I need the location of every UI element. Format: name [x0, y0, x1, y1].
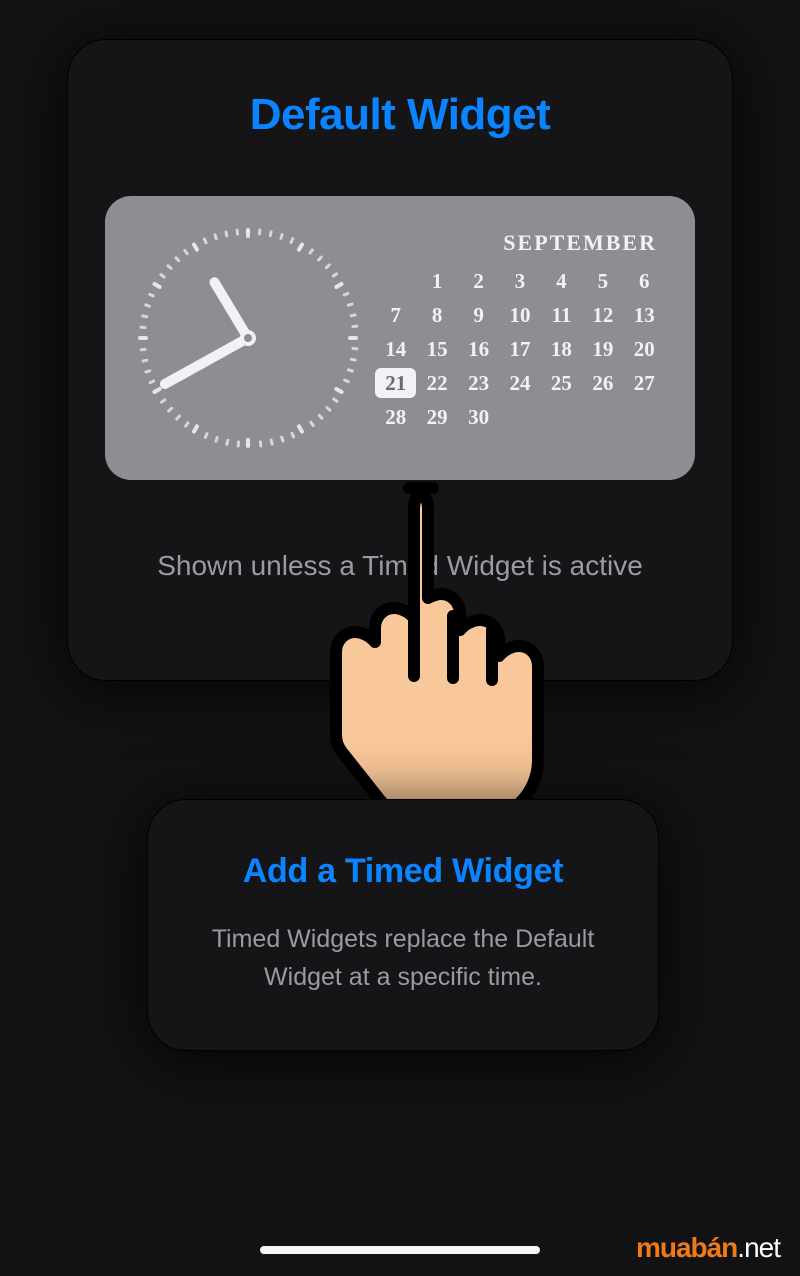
home-indicator[interactable] [260, 1246, 540, 1254]
calendar-day: 10 [499, 300, 540, 330]
calendar-day: 15 [416, 334, 457, 364]
calendar-day: 26 [582, 368, 623, 398]
watermark-tld: .net [737, 1232, 780, 1263]
calendar-day: 4 [541, 266, 582, 296]
calendar-day: 22 [416, 368, 457, 398]
add-timed-widget-title: Add a Timed Widget [188, 852, 618, 891]
calendar-grid: 1234567891011121314151617181920212223242… [375, 266, 665, 432]
calendar-day: 9 [458, 300, 499, 330]
calendar-day: 7 [375, 300, 416, 330]
calendar-day: 5 [582, 266, 623, 296]
clock-icon [133, 223, 363, 453]
clock-hub [240, 330, 256, 346]
calendar-day: 23 [458, 368, 499, 398]
calendar-day: 18 [541, 334, 582, 364]
calendar-day: 6 [624, 266, 665, 296]
calendar-day: 13 [624, 300, 665, 330]
calendar-day: 27 [624, 368, 665, 398]
calendar-day: 25 [541, 368, 582, 398]
calendar-day: 19 [582, 334, 623, 364]
add-timed-widget-card[interactable]: Add a Timed Widget Timed Widgets replace… [148, 800, 658, 1050]
calendar-day: 20 [624, 334, 665, 364]
calendar-day: 2 [458, 266, 499, 296]
calendar-day: 30 [458, 402, 499, 432]
calendar-day: 16 [458, 334, 499, 364]
calendar-day: 1 [416, 266, 457, 296]
calendar-day: 29 [416, 402, 457, 432]
calendar-day: 24 [499, 368, 540, 398]
watermark-brand: muabán [636, 1232, 737, 1263]
calendar-day: 28 [375, 402, 416, 432]
calendar-day: 14 [375, 334, 416, 364]
watermark: muabán.net [636, 1232, 780, 1264]
widget-preview-tile[interactable]: SEPTEMBER 123456789101112131415161718192… [105, 196, 695, 480]
default-widget-title: Default Widget [98, 90, 702, 140]
calendar-month-label: SEPTEMBER [375, 230, 665, 256]
calendar-day: 11 [541, 300, 582, 330]
calendar-day: 3 [499, 266, 540, 296]
add-timed-widget-description: Timed Widgets replace the Default Widget… [188, 921, 618, 996]
calendar-day: 17 [499, 334, 540, 364]
calendar-day: 21 [375, 368, 416, 398]
pointer-hand-icon [296, 480, 551, 820]
calendar-day: 8 [416, 300, 457, 330]
calendar-widget: SEPTEMBER 123456789101112131415161718192… [375, 230, 665, 432]
calendar-day: 12 [582, 300, 623, 330]
